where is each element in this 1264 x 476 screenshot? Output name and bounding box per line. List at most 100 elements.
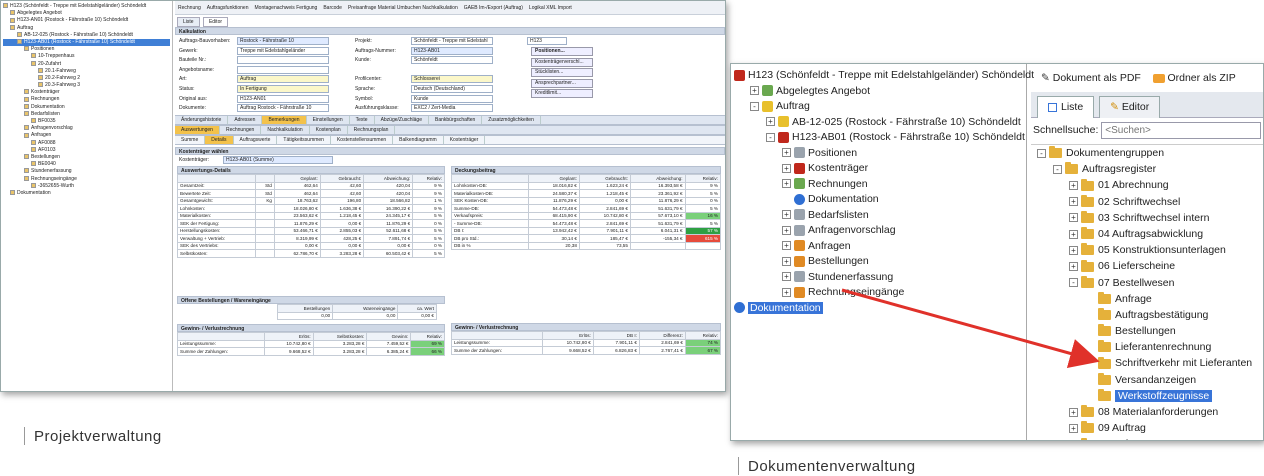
tree-node[interactable]: AB-12-025 (Rostock - Fährstraße 10) Schö… <box>3 32 170 39</box>
side-button[interactable]: Kostenträgerverschl... <box>531 57 593 67</box>
tree-node[interactable]: + AB-12-025 (Rostock - Fährstraße 10) Sch… <box>734 115 1023 131</box>
zip-export-button[interactable]: Ordner als ZIP <box>1152 72 1236 84</box>
tree-node[interactable]: H123 (Schönfeldt - Treppe mit Edelstahlg… <box>734 68 1034 84</box>
side-button[interactable]: Kreditlimit... <box>531 89 593 98</box>
tree-node[interactable]: Dokumentation <box>734 301 1023 317</box>
tabbar-item[interactable]: Rechnungen <box>220 126 262 134</box>
document-folder[interactable]: +05 Konstruktionsunterlagen <box>1037 242 1263 258</box>
tabbar-item[interactable]: Nachkalkulation <box>261 126 310 134</box>
tree-node[interactable]: 20.2-Fahrweg 2 <box>3 75 170 82</box>
side-button[interactable]: Stücklisten... <box>531 68 593 77</box>
field-input[interactable]: In Fertigung <box>237 85 329 93</box>
field-input[interactable]: H123-AB01 <box>411 46 493 55</box>
document-folder[interactable]: Werkstoffzeugnisse <box>1037 388 1263 404</box>
tree-node[interactable]: + Rechnungen <box>734 177 1023 193</box>
tree-node[interactable]: AF0103 <box>3 147 170 154</box>
tree-node[interactable]: Dokumentation <box>3 104 170 111</box>
document-folder[interactable]: - Auftragsregister <box>1037 161 1263 177</box>
tree-node[interactable]: Bestellungen <box>3 154 170 161</box>
expand-icon[interactable]: + <box>782 163 791 173</box>
document-folder[interactable]: Auftragsbestätigung <box>1037 307 1263 323</box>
tree-node[interactable]: + Stundenerfassung <box>734 270 1023 286</box>
tabbar-item[interactable]: Details <box>205 136 234 144</box>
tabbar-item[interactable]: Kostenplan <box>310 126 348 134</box>
expand-icon[interactable]: + <box>1069 229 1078 239</box>
tree-node[interactable]: Stundenerfassung <box>3 168 170 175</box>
menu-item[interactable]: Auftragsfunktionen <box>207 5 249 11</box>
field-input[interactable] <box>237 65 329 74</box>
tree-node[interactable]: - Auftrag <box>734 99 1023 115</box>
tabbar-item[interactable]: Abzüge/Zuschläge <box>375 116 429 124</box>
side-button[interactable]: Ansprechpartner... <box>531 78 593 88</box>
tree-node[interactable]: Anfragenvorschlag <box>3 125 170 132</box>
field-input[interactable]: Schlosserei <box>411 75 493 84</box>
tabbar-item[interactable]: Auswertungen <box>175 126 220 134</box>
tabbar-item[interactable]: Zusatzmöglichkeiten <box>482 116 541 124</box>
pdf-export-button[interactable]: ✎ Dokument als PDF <box>1041 72 1141 84</box>
menu-item[interactable]: Barcode <box>323 5 342 11</box>
tabbar-item[interactable]: Bemerkungen <box>262 116 307 124</box>
field-input[interactable]: Treppe mit Edelstahlgeländer <box>237 46 329 55</box>
kostentraeger-select[interactable]: H123-AB01 (Summe) <box>223 156 333 164</box>
field-input[interactable]: Schönfeldt - Treppe mit Edelstahl <box>411 37 493 45</box>
tree-node[interactable]: H123-AB01 (Rostock - Fährstraße 10) Schö… <box>3 38 170 47</box>
tree-node[interactable]: AF0088 <box>3 140 170 147</box>
tab-editor[interactable]: ✎ Editor <box>1099 96 1161 118</box>
expand-icon[interactable]: + <box>782 148 791 158</box>
expand-icon[interactable]: + <box>750 86 759 96</box>
document-folder[interactable]: Schriftverkehr mit Lieferanten <box>1037 355 1263 371</box>
expand-icon[interactable]: + <box>782 179 791 189</box>
tree-node[interactable]: Abgelegtes Angebot <box>3 10 170 17</box>
expand-icon[interactable]: + <box>782 225 791 235</box>
document-folder[interactable]: +02 Schriftwechsel <box>1037 194 1263 210</box>
tree-node[interactable]: H123-AN01 (Rostock - Fährstraße 10) Schö… <box>3 17 170 24</box>
expand-icon[interactable]: + <box>1069 181 1078 191</box>
expand-icon[interactable]: + <box>782 210 791 220</box>
document-folder[interactable]: - Dokumentengruppen <box>1037 145 1263 161</box>
document-folder[interactable]: +03 Schriftwechsel intern <box>1037 210 1263 226</box>
field-input[interactable]: Deutsch (Deutschland) <box>411 85 493 93</box>
field-input[interactable]: Kunde <box>411 94 493 103</box>
collapse-icon[interactable]: - <box>766 132 775 142</box>
expand-icon[interactable]: + <box>1069 245 1078 255</box>
tree-node[interactable]: Positionen <box>3 46 170 53</box>
tabbar-item[interactable]: Texte <box>350 116 375 124</box>
document-folder[interactable]: +04 Auftragsabwicklung <box>1037 226 1263 242</box>
tree-node[interactable]: Rechnungen <box>3 96 170 103</box>
tab-liste[interactable]: Liste <box>177 17 200 27</box>
tree-node[interactable]: 20-Zufahrt <box>3 61 170 68</box>
tab-liste[interactable]: Liste <box>1037 96 1095 118</box>
field-input[interactable]: EXC2 / Zert-Media <box>411 104 493 113</box>
menu-item[interactable]: Rechnung <box>178 5 201 11</box>
side-button[interactable]: Positionen... <box>531 47 593 56</box>
expand-icon[interactable]: + <box>1069 262 1078 272</box>
field-input[interactable]: Rostock - Fährstraße 10 <box>237 37 329 45</box>
tabbar-item[interactable]: Adressen <box>228 116 263 124</box>
tree-node[interactable]: BF0035 <box>3 118 170 125</box>
expand-icon[interactable]: + <box>1069 213 1078 223</box>
tabbar-item[interactable]: Summe <box>175 136 206 144</box>
expand-icon[interactable]: + <box>1069 440 1078 441</box>
collapse-icon[interactable]: - <box>1053 164 1062 174</box>
document-folder[interactable]: Anfrage <box>1037 291 1263 307</box>
document-folder[interactable]: Bestellungen <box>1037 323 1263 339</box>
tree-node[interactable]: Dokumentation <box>734 192 1023 208</box>
document-folder[interactable]: +08 Materialanforderungen <box>1037 404 1263 420</box>
menu-item[interactable]: Logikal XML Import <box>529 5 572 11</box>
tree-node[interactable]: Rechnungseingänge <box>3 176 170 183</box>
tree-node[interactable]: BE0040 <box>3 161 170 168</box>
tree-node[interactable]: 10-Treppenhaus <box>3 53 170 60</box>
expand-icon[interactable]: + <box>782 241 791 251</box>
field-input[interactable] <box>237 56 329 65</box>
field-input[interactable]: Schönfeldt <box>411 56 493 65</box>
tree-node[interactable]: + Anfragenvorschlag <box>734 223 1023 239</box>
tree-node[interactable]: + Positionen <box>734 146 1023 162</box>
menu-item[interactable]: GAEB Im-/Export (Auftrag) <box>464 5 523 11</box>
tab-editor[interactable]: Editor <box>202 17 229 27</box>
search-input[interactable] <box>1101 122 1262 139</box>
document-folder[interactable]: +01 Abrechnung <box>1037 177 1263 193</box>
tree-node[interactable]: + Abgelegtes Angebot <box>734 84 1023 100</box>
tree-node[interactable]: + Kostenträger <box>734 161 1023 177</box>
tabbar-item[interactable]: Kostenträger <box>444 136 486 144</box>
tabbar-item[interactable]: Auftragswerte <box>234 136 278 144</box>
